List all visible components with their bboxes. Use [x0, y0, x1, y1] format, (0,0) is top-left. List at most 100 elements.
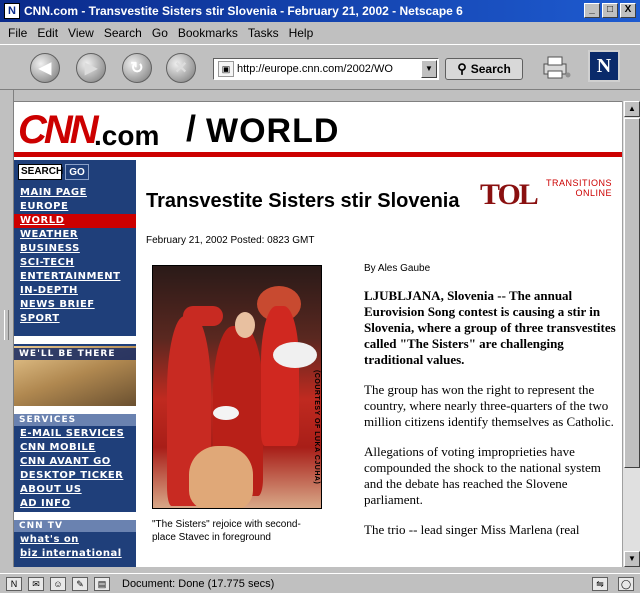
- sidebar-grip-handle[interactable]: [4, 310, 9, 340]
- nav-item-cnn-mobile[interactable]: CNN MOBILE: [14, 441, 136, 455]
- article-paragraph: Allegations of voting improprieties have…: [364, 444, 601, 507]
- forward-button[interactable]: ▶: [76, 53, 106, 83]
- window-title: CNN.com - Transvestite Sisters stir Slov…: [24, 4, 463, 18]
- netscape-status-icon[interactable]: N: [6, 576, 22, 591]
- article-body: LJUBLJANA, Slovenia -- The annual Eurovi…: [364, 288, 616, 552]
- scroll-down-button[interactable]: ▼: [624, 551, 640, 567]
- nav-item-weather[interactable]: WEATHER: [14, 228, 136, 242]
- tol-logo[interactable]: TOL: [480, 178, 542, 212]
- header-divider: [14, 152, 622, 157]
- menu-search[interactable]: Search: [104, 26, 142, 40]
- header-slash: /: [186, 108, 197, 149]
- url-bar[interactable]: ▣ http://europe.cnn.com/2002/WO ▼: [213, 58, 439, 80]
- nav-item-sci-tech[interactable]: SCI-TECH: [14, 256, 136, 270]
- menu-go[interactable]: Go: [152, 26, 168, 40]
- url-input[interactable]: http://europe.cnn.com/2002/WO: [237, 63, 417, 75]
- photo-figure: [261, 306, 299, 446]
- page-content: CNN .com / WORLD SEARCH GO MAIN PAGE EUR…: [14, 101, 622, 567]
- nav-item-in-depth[interactable]: IN-DEPTH: [14, 284, 136, 298]
- article: Transvestite Sisters stir Slovenia TOL T…: [136, 160, 622, 567]
- services-list: E-MAIL SERVICES CNN MOBILE CNN AVANT GO …: [14, 427, 136, 511]
- photo-figure: [183, 306, 223, 326]
- scroll-up-button[interactable]: ▲: [624, 101, 640, 117]
- sidebar-grip[interactable]: [0, 90, 14, 567]
- menu-bookmarks[interactable]: Bookmarks: [178, 26, 238, 40]
- page-icon: ▣: [218, 61, 234, 77]
- composer-icon[interactable]: ✎: [72, 576, 88, 591]
- nav-item-about-us[interactable]: ABOUT US: [14, 483, 136, 497]
- services-heading: SERVICES: [14, 414, 136, 426]
- article-lead: LJUBLJANA, Slovenia -- The annual Eurovi…: [364, 288, 616, 367]
- nav-item-main-page[interactable]: MAIN PAGE: [14, 186, 136, 200]
- security-lock-icon[interactable]: ◯: [618, 577, 634, 591]
- close-button[interactable]: X: [620, 3, 636, 18]
- status-bar: N ✉ ☺ ✎ ▤ Document: Done (17.775 secs) ⇋…: [0, 573, 640, 593]
- url-dropdown-button[interactable]: ▼: [421, 60, 437, 78]
- nav-item-business[interactable]: BUSINESS: [14, 242, 136, 256]
- nav-item-news-brief[interactable]: NEWS BRIEF: [14, 298, 136, 312]
- article-dateline: February 21, 2002 Posted: 0823 GMT: [146, 235, 315, 246]
- nav-list: MAIN PAGE EUROPE WORLD WEATHER BUSINESS …: [14, 186, 136, 326]
- nav-item-email-services[interactable]: E-MAIL SERVICES: [14, 427, 136, 441]
- menu-tasks[interactable]: Tasks: [248, 26, 279, 40]
- partner-name-line-2: ONLINE: [575, 188, 613, 198]
- article-headline: Transvestite Sisters stir Slovenia: [146, 190, 460, 212]
- article-photo[interactable]: [152, 265, 322, 509]
- search-button-label: Search: [470, 62, 511, 76]
- nav-item-sport[interactable]: SPORT: [14, 312, 136, 326]
- nav-item-entertainment[interactable]: ENTERTAINMENT: [14, 270, 136, 284]
- promo-label: WE'LL BE THERE: [14, 348, 136, 360]
- nav-item-world[interactable]: WORLD: [14, 214, 136, 228]
- maximize-button[interactable]: □: [602, 3, 618, 18]
- partner-name[interactable]: TRANSITIONS ONLINE: [546, 178, 612, 198]
- menu-bar: File Edit View Search Go Bookmarks Tasks…: [0, 22, 640, 44]
- nav-item-biz-international[interactable]: biz international: [14, 547, 136, 561]
- cnn-tv-list: what's on biz international: [14, 533, 136, 561]
- photo-credit: (COURTESY OF LUKA CJUHA): [313, 370, 320, 485]
- reload-icon: ↻: [130, 60, 144, 77]
- mail-icon[interactable]: ✉: [28, 576, 44, 591]
- address-book-icon[interactable]: ▤: [94, 576, 110, 591]
- article-byline: By Ales Gaube: [364, 263, 431, 274]
- article-paragraph: The trio -- lead singer Miss Marlena (re…: [364, 522, 580, 537]
- cnn-tv-heading: CNN TV: [14, 520, 136, 532]
- stop-button[interactable]: ✕: [166, 53, 196, 83]
- nav-item-ad-info[interactable]: AD INFO: [14, 497, 136, 511]
- navigation-toolbar: ◀ ▶ ↻ ✕ ▣ http://europe.cnn.com/2002/WO …: [0, 44, 640, 90]
- forward-arrow-icon: ▶: [84, 60, 98, 77]
- nav-divider: [14, 336, 136, 344]
- online-status-icon[interactable]: ⇋: [592, 577, 608, 591]
- section-title: WORLD: [206, 112, 340, 150]
- photo-figure: [273, 342, 317, 368]
- cnn-logo[interactable]: CNN: [18, 108, 99, 153]
- status-text: Document: Done (17.775 secs): [122, 577, 275, 590]
- back-button[interactable]: ◀: [30, 53, 60, 83]
- photo-figure: [189, 446, 253, 508]
- nav-item-desktop-ticker[interactable]: DESKTOP TICKER: [14, 469, 136, 483]
- site-search-go-button[interactable]: GO: [65, 164, 89, 180]
- nav-divider: [14, 406, 136, 414]
- search-button[interactable]: ⚲ Search: [445, 58, 523, 80]
- minimize-button[interactable]: _: [584, 3, 600, 18]
- scroll-thumb[interactable]: [624, 118, 640, 468]
- nav-item-cnn-avant-go[interactable]: CNN AVANT GO: [14, 455, 136, 469]
- photo-figure: [235, 312, 255, 338]
- menu-edit[interactable]: Edit: [37, 26, 58, 40]
- menu-view[interactable]: View: [68, 26, 94, 40]
- site-search-input[interactable]: SEARCH: [18, 164, 63, 180]
- magnifier-icon: ⚲: [457, 61, 467, 76]
- menu-help[interactable]: Help: [289, 26, 314, 40]
- menu-file[interactable]: File: [8, 26, 27, 40]
- photo-caption: "The Sisters" rejoice with second-place …: [152, 519, 301, 543]
- promo-banner[interactable]: WE'LL BE THERE: [14, 346, 136, 406]
- instant-messenger-icon[interactable]: ☺: [50, 576, 66, 591]
- reload-button[interactable]: ↻: [122, 53, 152, 83]
- stop-icon: ✕: [174, 60, 188, 77]
- print-icon[interactable]: [541, 55, 571, 81]
- photo-figure: [213, 406, 239, 420]
- netscape-icon: N: [4, 3, 20, 19]
- nav-item-whats-on[interactable]: what's on: [14, 533, 136, 547]
- vertical-scrollbar[interactable]: ▲ ▼: [622, 101, 640, 567]
- nav-item-europe[interactable]: EUROPE: [14, 200, 136, 214]
- netscape-brand-logo[interactable]: N: [588, 50, 620, 82]
